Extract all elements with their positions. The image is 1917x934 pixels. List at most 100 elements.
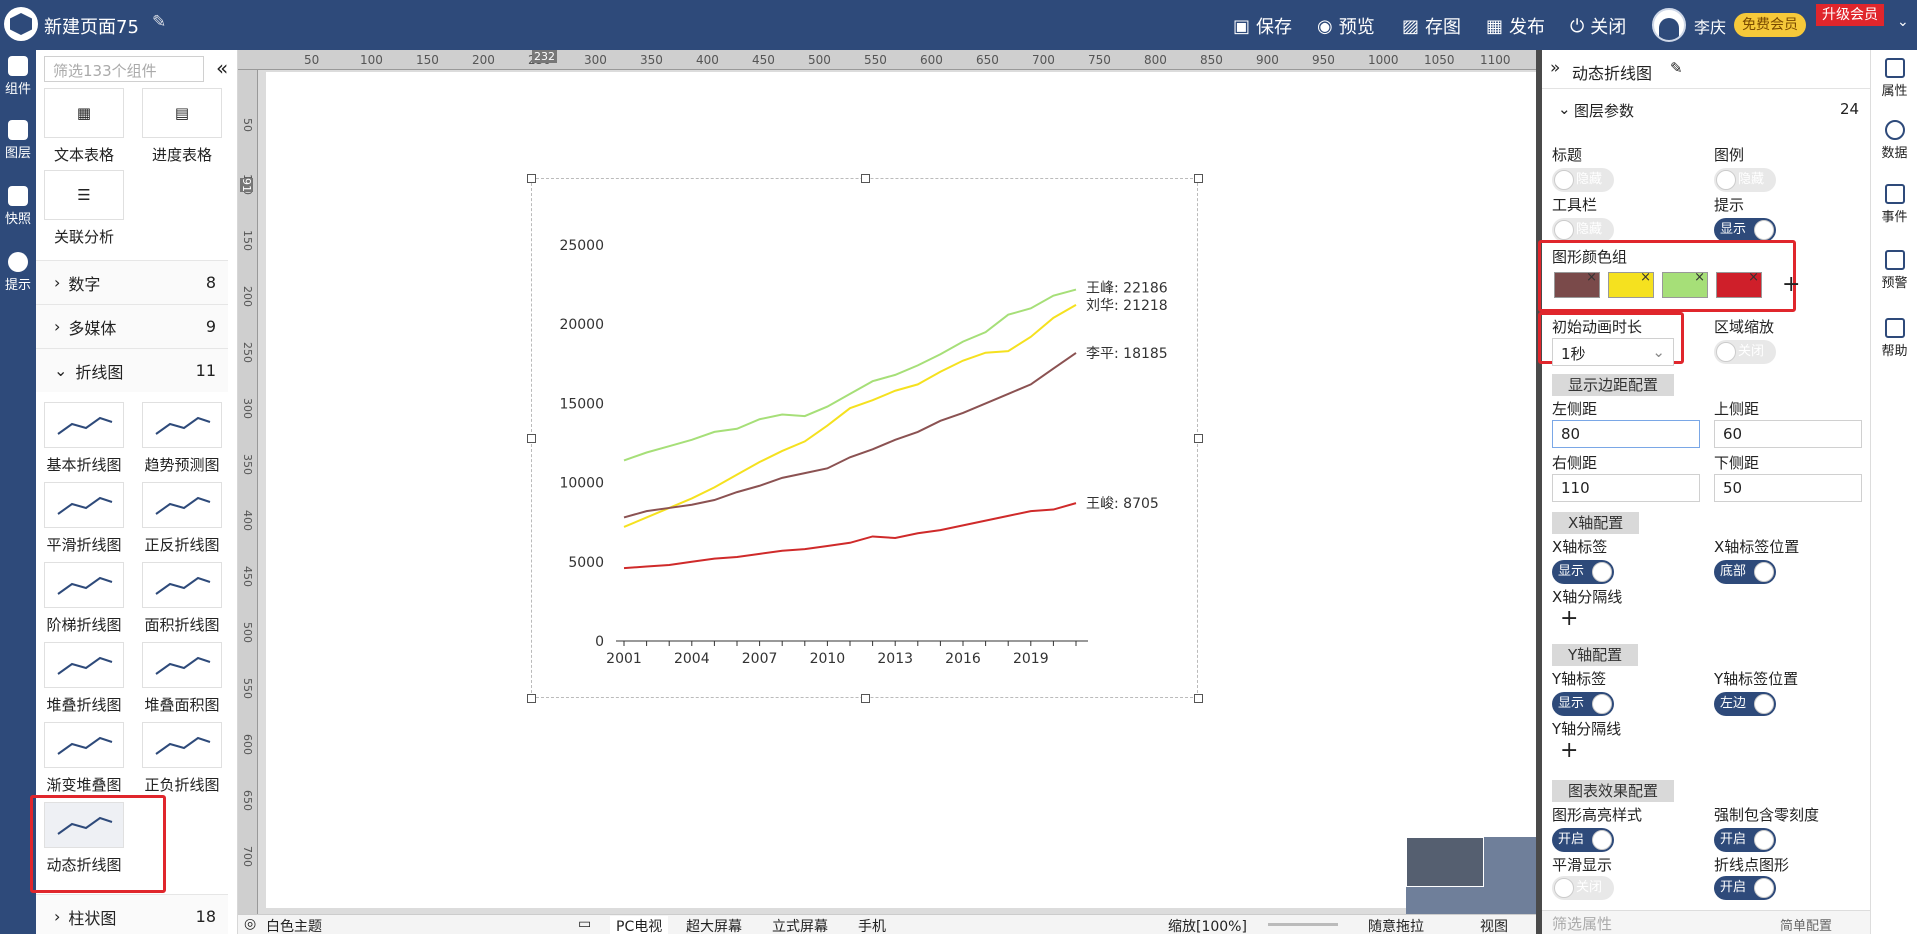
category-bar[interactable]: › 柱状图 18 — [36, 894, 228, 934]
chart-selection[interactable]: 0 5000 10000 15000 20000 25000 2001 2004 2007 201… — [527, 174, 1203, 703]
right-margin-input[interactable]: 110 — [1552, 474, 1700, 502]
smooth-toggle[interactable]: 关闭 — [1552, 876, 1614, 900]
rail-help[interactable]: 帮助 — [1871, 318, 1917, 359]
y-label-pos-toggle[interactable]: 左边 — [1714, 692, 1776, 716]
rail-property[interactable]: 属性 — [1871, 58, 1917, 99]
rail-alarm[interactable]: 预警 — [1871, 250, 1917, 291]
app-logo-icon[interactable] — [4, 7, 38, 41]
chevron-down-icon[interactable]: ⌄ — [1558, 100, 1571, 118]
close-button[interactable]: ⏻ 关闭 — [1570, 13, 1626, 39]
edit-name-icon[interactable]: ✎ — [1670, 59, 1683, 77]
rail-event[interactable]: 事件 — [1871, 184, 1917, 225]
category-line[interactable]: ⌄ 折线图 11 — [36, 348, 228, 392]
resize-handle[interactable] — [527, 174, 536, 183]
tile-line-3[interactable]: 平滑折线图 — [44, 482, 124, 555]
top-margin-input[interactable]: 60 — [1714, 420, 1862, 448]
x-label-pos-toggle[interactable]: 底部 — [1714, 560, 1776, 584]
resize-handle[interactable] — [861, 694, 870, 703]
zoom-slider[interactable] — [1268, 923, 1338, 926]
add-x-split-icon[interactable]: + — [1560, 606, 1578, 631]
rail-components[interactable]: 组件 — [0, 56, 36, 97]
x-axis-section[interactable]: X轴配置 — [1552, 512, 1640, 534]
simple-config-toggle[interactable]: 简单配置 — [1780, 915, 1832, 934]
zoom-toggle[interactable]: 关闭 — [1714, 340, 1776, 364]
filter-input[interactable]: 筛选属性 — [1552, 913, 1612, 934]
tile-text-table[interactable]: ▦ 文本表格 — [44, 88, 124, 165]
expand-icon[interactable]: » — [1550, 58, 1560, 78]
rail-data[interactable]: 数据 — [1871, 120, 1917, 161]
rail-layers[interactable]: 图层 — [0, 120, 36, 161]
tile-progress-table[interactable]: ▤ 进度表格 — [142, 88, 222, 165]
tile-line-7[interactable]: 堆叠折线图 — [44, 642, 124, 715]
line-chart[interactable]: 0 5000 10000 15000 20000 25000 2001 2004 2007 201… — [532, 179, 1199, 699]
tile-line-4[interactable]: 正反折线图 — [142, 482, 222, 555]
theme-label[interactable]: 白色主题 — [266, 916, 322, 934]
bottom-margin-input[interactable]: 50 — [1714, 474, 1862, 502]
left-margin-input[interactable]: 80 — [1552, 420, 1700, 448]
screen-vertical[interactable]: 立式屏幕 — [772, 916, 828, 934]
resize-handle[interactable] — [1194, 694, 1203, 703]
screen-pc[interactable]: PC电视 — [610, 916, 669, 934]
highlight-toggle[interactable]: 开启 — [1552, 828, 1614, 852]
upgrade-button[interactable]: 升级会员 — [1816, 4, 1884, 26]
legend-toggle[interactable]: 隐藏 — [1714, 168, 1776, 192]
drag-toggle[interactable]: 随意拖拉 — [1368, 916, 1424, 934]
save-image-button[interactable]: ▨ 存图 — [1402, 13, 1461, 39]
ruler-tick: 450 — [752, 53, 775, 67]
zero-toggle[interactable]: 开启 — [1714, 828, 1776, 852]
color-swatch-1[interactable]: × — [1554, 270, 1600, 298]
screen-large[interactable]: 超大屏幕 — [686, 916, 742, 934]
tooltip-toggle[interactable]: 显示 — [1714, 218, 1776, 242]
resize-handle[interactable] — [1194, 174, 1203, 183]
resize-handle[interactable] — [1194, 434, 1203, 443]
alarm-icon — [1884, 250, 1905, 270]
minimap[interactable] — [1406, 837, 1536, 914]
collapse-panel-icon[interactable]: « — [216, 56, 228, 80]
chevron-down-icon[interactable]: ⌄ — [1897, 14, 1909, 30]
preview-button[interactable]: ◉ 预览 — [1317, 13, 1375, 39]
chevron-down-icon: ⌄ — [54, 361, 68, 380]
rail-snapshot[interactable]: 快照 — [0, 186, 36, 227]
avatar[interactable] — [1652, 8, 1686, 42]
resize-handle[interactable] — [861, 174, 870, 183]
theme-icon[interactable]: ◎ — [244, 916, 256, 932]
color-swatch-2[interactable]: × — [1608, 270, 1654, 298]
x-label-toggle[interactable]: 显示 — [1552, 560, 1614, 584]
tile-line-8[interactable]: 堆叠面积图 — [142, 642, 222, 715]
label-bottom-margin: 下侧距 — [1714, 454, 1760, 472]
edit-title-icon[interactable]: ✎ — [152, 12, 166, 32]
add-color-icon[interactable]: + — [1782, 272, 1800, 297]
publish-button[interactable]: ▦ 发布 — [1486, 13, 1545, 39]
color-swatch-3[interactable]: × — [1662, 270, 1708, 298]
category-media[interactable]: › 多媒体 9 — [36, 304, 228, 348]
title-toggle[interactable]: 隐藏 — [1552, 168, 1614, 192]
tile-line-1[interactable]: 基本折线图 — [44, 402, 124, 475]
save-button[interactable]: ▣ 保存 — [1233, 13, 1292, 39]
margin-section[interactable]: 显示边距配置 — [1552, 374, 1675, 396]
tile-line-5[interactable]: 阶梯折线图 — [44, 562, 124, 635]
toolbar-toggle[interactable]: 隐藏 — [1552, 218, 1614, 242]
tile-line-10[interactable]: 正负折线图 — [142, 722, 222, 795]
category-number[interactable]: › 数字 8 — [36, 260, 228, 304]
symbol-toggle[interactable]: 开启 — [1714, 876, 1776, 900]
layer-params-title[interactable]: 图层参数 — [1574, 100, 1634, 121]
tile-line-9[interactable]: 渐变堆叠图 — [44, 722, 124, 795]
rail-tips[interactable]: 提示 — [0, 252, 36, 293]
add-y-split-icon[interactable]: + — [1560, 738, 1578, 763]
screen-mobile[interactable]: 手机 — [858, 916, 886, 934]
label-x-label-pos: X轴标签位置 — [1714, 538, 1800, 556]
y-axis-section[interactable]: Y轴配置 — [1552, 644, 1639, 666]
anim-duration-select[interactable]: 1秒 ⌄ — [1552, 338, 1674, 366]
tile-relation[interactable]: ☰ 关联分析 — [44, 170, 124, 247]
effect-section[interactable]: 图表效果配置 — [1552, 780, 1675, 802]
color-swatch-4[interactable]: × — [1716, 270, 1762, 298]
label-left-margin: 左侧距 — [1552, 400, 1598, 418]
resize-handle[interactable] — [527, 434, 536, 443]
resize-handle[interactable] — [527, 694, 536, 703]
member-badge[interactable]: 免费会员 — [1734, 13, 1806, 37]
y-label-toggle[interactable]: 显示 — [1552, 692, 1614, 716]
view-button[interactable]: 视图 — [1480, 916, 1508, 934]
tile-line-2[interactable]: 趋势预测图 — [142, 402, 222, 475]
component-search-input[interactable]: 筛选133个组件 — [44, 56, 204, 82]
tile-line-6[interactable]: 面积折线图 — [142, 562, 222, 635]
